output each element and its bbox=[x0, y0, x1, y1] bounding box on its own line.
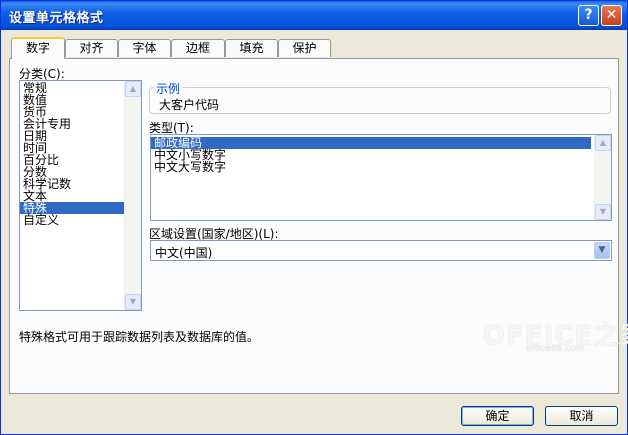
cancel-button[interactable]: 取消 bbox=[545, 406, 618, 426]
ok-button[interactable]: 确定 bbox=[461, 406, 534, 426]
tab-font[interactable]: 字体 bbox=[118, 39, 171, 57]
type-item-chinese-uppercase[interactable]: 中文大写数字 bbox=[151, 161, 591, 173]
category-scrollbar[interactable]: ▲ ▼ bbox=[124, 81, 141, 310]
category-item-custom[interactable]: 自定义 bbox=[20, 214, 141, 226]
category-list[interactable]: 常规 数值 货币 会计专用 日期 时间 百分比 分数 科学记数 文本 特殊 自定… bbox=[19, 80, 142, 311]
watermark-url: office68.com bbox=[526, 344, 585, 354]
scroll-up-icon[interactable]: ▲ bbox=[595, 135, 611, 151]
type-scrollbar[interactable]: ▲ ▼ bbox=[594, 135, 611, 220]
title-bar[interactable]: 设置单元格格式 ? ✕ bbox=[1, 1, 627, 30]
sample-legend: 示例 bbox=[154, 80, 183, 97]
format-description: 特殊格式可用于跟踪数据列表及数据库的值。 bbox=[19, 330, 260, 344]
tab-alignment[interactable]: 对齐 bbox=[65, 39, 118, 57]
tab-protection[interactable]: 保护 bbox=[278, 39, 331, 57]
close-icon: ✕ bbox=[605, 7, 618, 23]
close-button[interactable]: ✕ bbox=[601, 5, 622, 26]
dialog-title: 设置单元格格式 bbox=[9, 11, 104, 26]
tab-number[interactable]: 数字 bbox=[11, 37, 65, 59]
locale-dropdown[interactable]: 中文(中国) ▼ bbox=[150, 240, 612, 261]
type-list[interactable]: 邮政编码 中文小写数字 中文大写数字 ▲ ▼ bbox=[150, 134, 612, 221]
sample-group: 示例 大客户代码 bbox=[149, 80, 611, 114]
scroll-up-icon[interactable]: ▲ bbox=[125, 81, 141, 97]
scroll-down-icon[interactable]: ▼ bbox=[595, 204, 611, 220]
tab-border[interactable]: 边框 bbox=[171, 39, 225, 57]
sample-value: 大客户代码 bbox=[159, 98, 220, 112]
help-icon: ? bbox=[584, 7, 593, 23]
chevron-down-icon[interactable]: ▼ bbox=[594, 242, 610, 259]
locale-value: 中文(中国) bbox=[155, 246, 213, 260]
scroll-down-icon[interactable]: ▼ bbox=[125, 294, 141, 310]
format-cells-dialog: 设置单元格格式 ? ✕ 数字 对齐 字体 边框 填充 保护 分类(C): 常规 … bbox=[0, 0, 628, 435]
tab-fill[interactable]: 填充 bbox=[225, 39, 278, 57]
help-button[interactable]: ? bbox=[578, 5, 599, 26]
